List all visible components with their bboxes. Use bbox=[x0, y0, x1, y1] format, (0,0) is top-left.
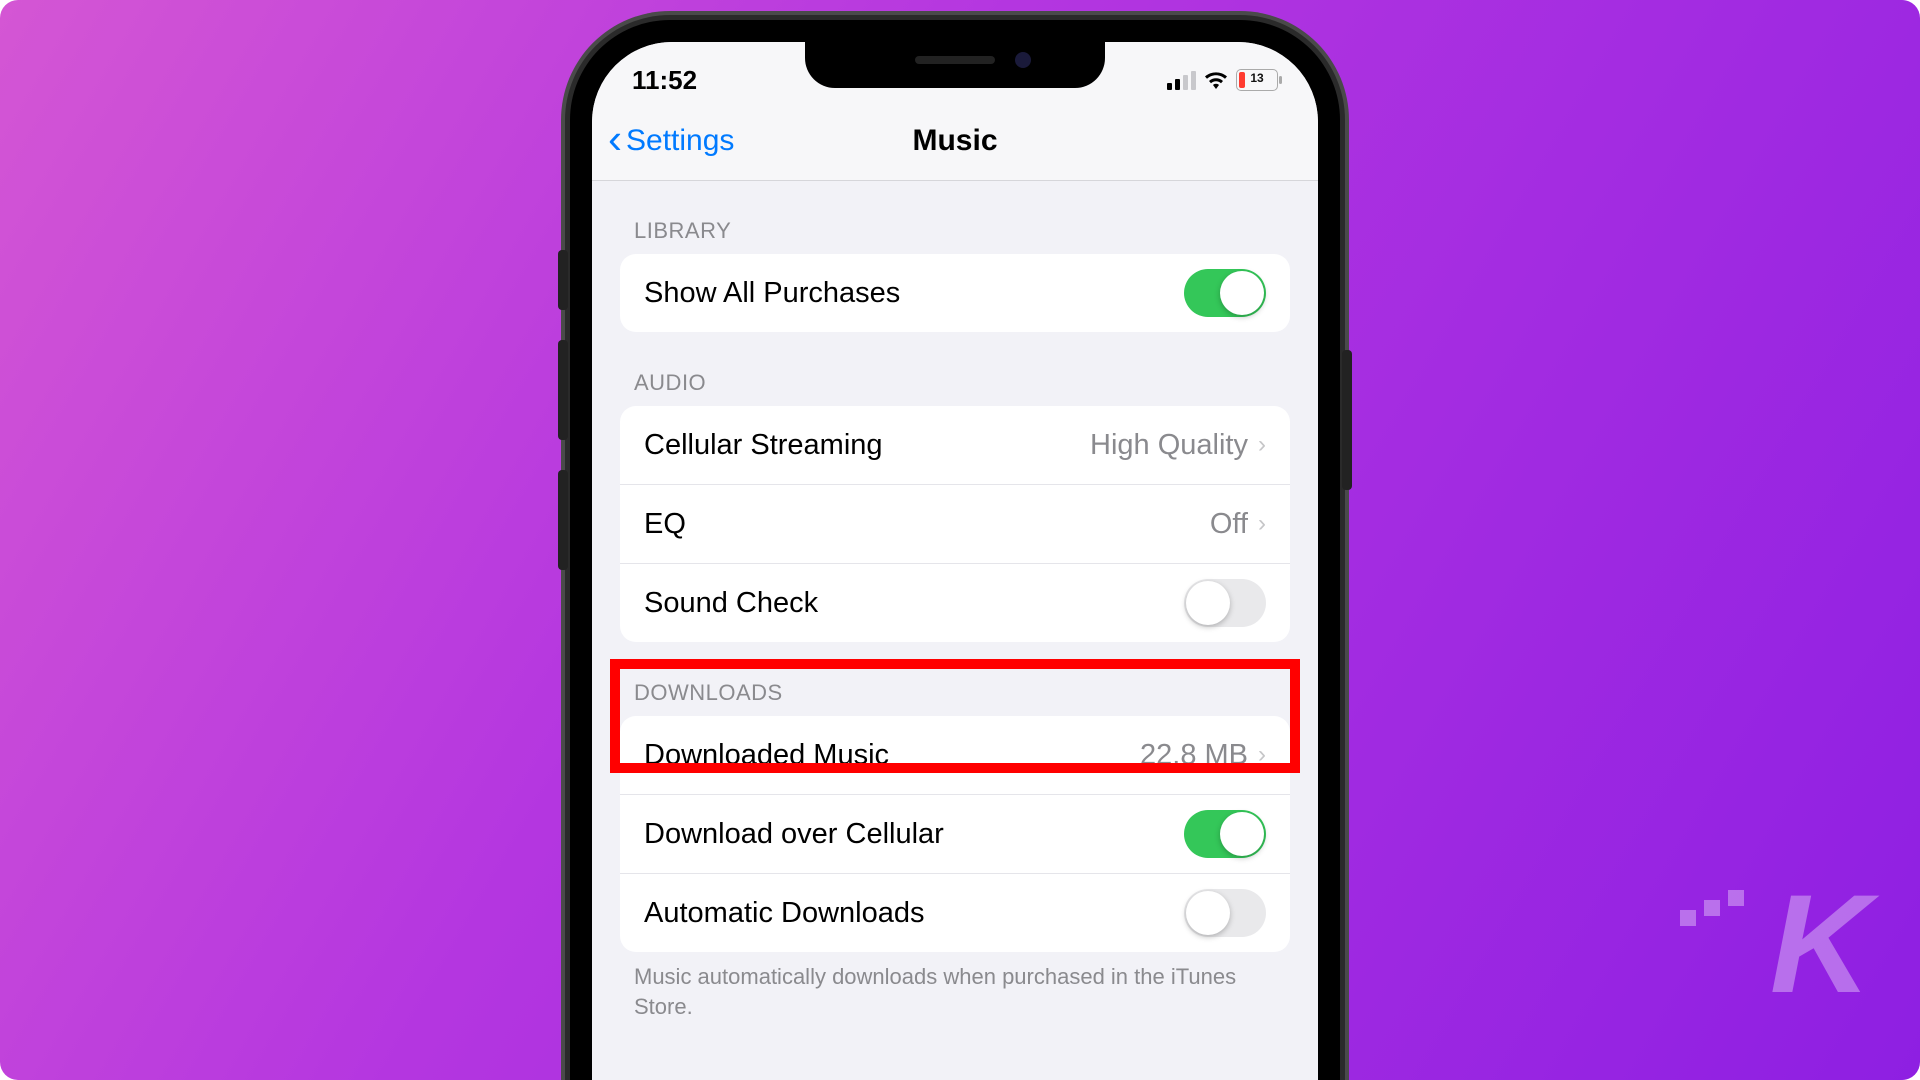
section-header-downloads: DOWNLOADS bbox=[620, 642, 1290, 716]
row-detail: Off bbox=[1210, 508, 1248, 541]
section-group-library: Show All Purchases bbox=[620, 254, 1290, 332]
row-label: Show All Purchases bbox=[644, 277, 1184, 310]
chevron-right-icon: › bbox=[1258, 431, 1266, 459]
brand-logo-letter: K bbox=[1770, 863, 1865, 1025]
chevron-left-icon: ‹ bbox=[608, 118, 622, 160]
chevron-right-icon: › bbox=[1258, 510, 1266, 538]
speaker-grille bbox=[915, 56, 995, 64]
brand-dots-icon bbox=[1680, 890, 1750, 930]
phone-frame: 11:52 13 ‹ Settings bbox=[570, 20, 1340, 1080]
volume-up-button bbox=[558, 340, 568, 440]
battery-icon: 13 bbox=[1236, 69, 1278, 91]
section-footer-downloads: Music automatically downloads when purch… bbox=[620, 952, 1290, 1021]
settings-content[interactable]: LIBRARY Show All Purchases AUDIO Cellula… bbox=[592, 180, 1318, 1080]
chevron-right-icon: › bbox=[1258, 741, 1266, 769]
row-automatic-downloads[interactable]: Automatic Downloads bbox=[620, 874, 1290, 952]
battery-percent: 13 bbox=[1237, 71, 1277, 85]
toggle-automatic-downloads[interactable] bbox=[1184, 889, 1266, 937]
row-detail: 22.8 MB bbox=[1140, 739, 1248, 772]
display-notch bbox=[805, 42, 1105, 88]
row-label: Automatic Downloads bbox=[644, 897, 1184, 930]
navigation-bar: ‹ Settings Music bbox=[592, 102, 1318, 181]
row-download-over-cellular[interactable]: Download over Cellular bbox=[620, 795, 1290, 874]
row-eq[interactable]: EQ Off › bbox=[620, 485, 1290, 564]
row-downloaded-music[interactable]: Downloaded Music 22.8 MB › bbox=[620, 716, 1290, 795]
row-sound-check[interactable]: Sound Check bbox=[620, 564, 1290, 642]
row-label: Download over Cellular bbox=[644, 818, 1184, 851]
mute-switch bbox=[558, 250, 568, 310]
section-header-library: LIBRARY bbox=[620, 180, 1290, 254]
toggle-show-all-purchases[interactable] bbox=[1184, 269, 1266, 317]
wifi-icon bbox=[1204, 71, 1228, 89]
row-label: Cellular Streaming bbox=[644, 429, 1090, 462]
section-header-audio: AUDIO bbox=[620, 332, 1290, 406]
back-button[interactable]: ‹ Settings bbox=[592, 122, 734, 160]
row-show-all-purchases[interactable]: Show All Purchases bbox=[620, 254, 1290, 332]
background-gradient: K 11:52 bbox=[0, 0, 1920, 1080]
toggle-download-over-cellular[interactable] bbox=[1184, 810, 1266, 858]
row-label: EQ bbox=[644, 508, 1210, 541]
row-cellular-streaming[interactable]: Cellular Streaming High Quality › bbox=[620, 406, 1290, 485]
volume-down-button bbox=[558, 470, 568, 570]
row-detail: High Quality bbox=[1090, 429, 1248, 462]
phone-screen: 11:52 13 ‹ Settings bbox=[592, 42, 1318, 1080]
toggle-sound-check[interactable] bbox=[1184, 579, 1266, 627]
cellular-signal-icon bbox=[1167, 71, 1196, 90]
back-button-label: Settings bbox=[626, 124, 734, 158]
row-label: Downloaded Music bbox=[644, 739, 1140, 772]
row-label: Sound Check bbox=[644, 587, 1184, 620]
section-group-audio: Cellular Streaming High Quality › EQ Off… bbox=[620, 406, 1290, 642]
front-camera-icon bbox=[1015, 52, 1031, 68]
section-group-downloads: Downloaded Music 22.8 MB › Download over… bbox=[620, 716, 1290, 952]
power-button bbox=[1342, 350, 1352, 490]
